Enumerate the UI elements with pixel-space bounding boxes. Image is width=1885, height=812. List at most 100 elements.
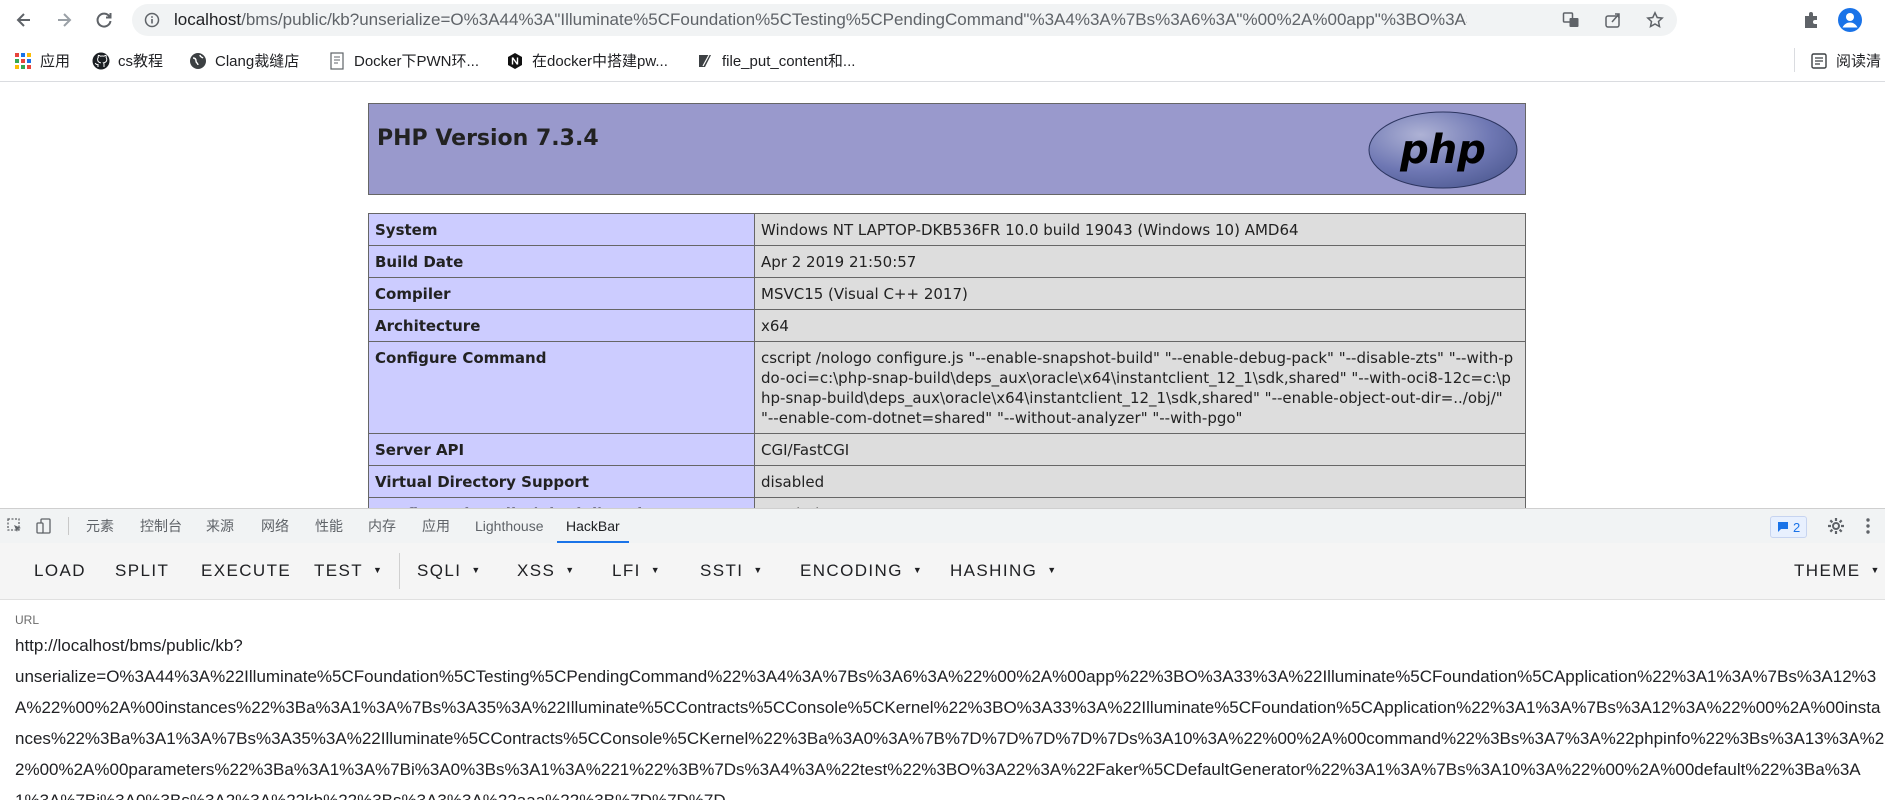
row-value: Apr 2 2019 21:50:57 [754,245,1526,278]
bookmark-cs[interactable]: cs教程 [92,40,163,81]
puzzle-icon [1805,12,1817,28]
tab-elements[interactable]: 元素 [86,509,114,543]
row-key: Virtual Directory Support [368,465,755,498]
reload-button[interactable] [92,8,116,32]
tab-separator [68,517,69,535]
bookmarks-bar: 应用 cs教程 Clang裁缝店 Docker下PWN环... 在docker中… [0,40,1885,82]
table-row: System Windows NT LAPTOP-DKB536FR 10.0 b… [368,213,1526,246]
menu-label: SQLI [417,561,462,580]
caret-down-icon: ▼ [1047,564,1058,575]
notion-icon [506,52,524,70]
tab-console[interactable]: 控制台 [140,509,182,543]
reload-icon [96,12,112,28]
caret-down-icon: ▼ [650,564,662,575]
php-logo[interactable]: php [1368,111,1518,189]
arrow-right-icon [58,13,72,27]
bookmark-label: 应用 [40,53,71,70]
inspect-element-icon[interactable] [6,517,24,535]
table-row: Virtual Directory Support disabled [368,465,1526,498]
load-button[interactable]: LOAD [34,543,86,599]
sqli-menu[interactable]: SQLI ▼ [417,543,482,599]
row-key: Build Date [368,245,755,278]
caret-down-icon: ▼ [373,564,384,575]
profile-avatar[interactable] [1838,8,1862,32]
tab-network[interactable]: 网络 [261,509,289,543]
menu-label: TEST [314,561,364,580]
split-button[interactable]: SPLIT [115,543,169,599]
bookmark-label: cs教程 [118,53,164,70]
reading-list-button[interactable]: 阅读清 [1810,40,1881,81]
bookmark-clang[interactable]: Clang裁缝店 [189,40,299,81]
menu-label: SSTI [700,561,744,580]
globe-icon [189,52,207,70]
reading-list-icon [1810,52,1828,70]
bookmark-label: Clang裁缝店 [215,53,300,70]
caret-down-icon: ▼ [471,564,482,575]
lfi-menu[interactable]: LFI ▼ [612,543,661,599]
share-icon[interactable] [1603,10,1623,30]
xss-menu[interactable]: XSS ▼ [517,543,576,599]
caret-down-icon: ▼ [1870,564,1881,575]
tab-hackbar[interactable]: HackBar [557,509,629,543]
row-key: System [368,213,755,246]
back-button[interactable] [12,8,36,32]
table-row: Build Date Apr 2 2019 21:50:57 [368,245,1526,278]
bookmark-file-put-content[interactable]: file_put_content和... [696,40,855,81]
tab-performance[interactable]: 性能 [315,509,343,543]
bookmark-docker-pwn[interactable]: Docker下PWN环... [328,40,479,81]
url-textarea[interactable]: http://localhost/bms/public/kb? unserial… [15,630,1885,800]
tab-sources[interactable]: 来源 [206,509,234,543]
message-icon [1778,522,1788,532]
tab-memory[interactable]: 内存 [368,509,396,543]
url-host: localhost [174,10,242,29]
url-field-label: URL [15,613,40,627]
translate-icon[interactable] [1561,10,1581,30]
tab-lighthouse[interactable]: Lighthouse [475,509,544,543]
bookmark-apps[interactable]: 应用 [14,40,70,81]
extensions-button[interactable] [1799,8,1823,32]
row-key: Server API [368,433,755,466]
bookmark-docker-build[interactable]: 在docker中搭建pw... [506,40,668,81]
settings-gear-icon[interactable] [1827,517,1845,535]
row-value: x64 [754,309,1526,342]
caret-down-icon: ▼ [753,564,764,575]
bookmark-label: Docker下PWN环... [354,53,480,70]
star-bookmark-icon[interactable] [1645,10,1665,30]
menu-label: XSS [517,561,556,580]
messages-badge[interactable]: 2 [1770,516,1808,538]
row-key: Architecture [368,309,755,342]
row-key: Configure Command [368,341,755,434]
page-icon [328,51,346,70]
ssti-menu[interactable]: SSTI ▼ [700,543,764,599]
bookmark-icon [696,52,714,70]
address-url[interactable]: localhost/bms/public/kb?unserialize=O%3A… [174,4,1467,36]
bookmark-label: file_put_content和... [722,53,856,70]
menu-label: HASHING [950,561,1038,580]
row-key: Compiler [368,277,755,310]
page-viewport: PHP Version 7.3.4 php System Windows NT … [0,82,1885,508]
test-menu[interactable]: TEST ▼ [314,543,383,599]
forward-button[interactable] [52,8,76,32]
bookmark-label: 在docker中搭建pw... [532,53,668,70]
encoding-menu[interactable]: ENCODING ▼ [800,543,923,599]
device-toolbar-icon[interactable] [35,517,53,535]
menu-label: THEME [1794,561,1861,580]
menu-label: ENCODING [800,561,903,580]
hackbar-toolbar: LOAD SPLIT EXECUTE TEST ▼ SQLI ▼ XSS ▼ LFI ▼… [0,543,1885,600]
more-options-icon[interactable] [1859,517,1877,535]
browser-toolbar: localhost/bms/public/kb?unserialize=O%3A… [0,0,1885,41]
row-value: disabled [754,465,1526,498]
address-bar[interactable]: localhost/bms/public/kb?unserialize=O%3A… [132,4,1677,36]
site-info-icon[interactable] [144,12,160,28]
devtools-panel: 元素 控制台 来源 网络 性能 内存 应用 Lighthouse HackBar… [0,508,1885,812]
table-row: Configure Command cscript /nologo config… [368,341,1526,434]
theme-menu[interactable]: THEME ▼ [1794,543,1881,599]
hashing-menu[interactable]: HASHING ▼ [950,543,1058,599]
execute-button[interactable]: EXECUTE [201,543,291,599]
github-icon [92,52,110,70]
row-value: cscript /nologo configure.js "--enable-s… [754,341,1526,434]
php-logo-text: php [1399,127,1486,173]
reading-list-label: 阅读清 [1836,53,1882,70]
caret-down-icon: ▼ [912,564,924,575]
tab-application[interactable]: 应用 [422,509,450,543]
